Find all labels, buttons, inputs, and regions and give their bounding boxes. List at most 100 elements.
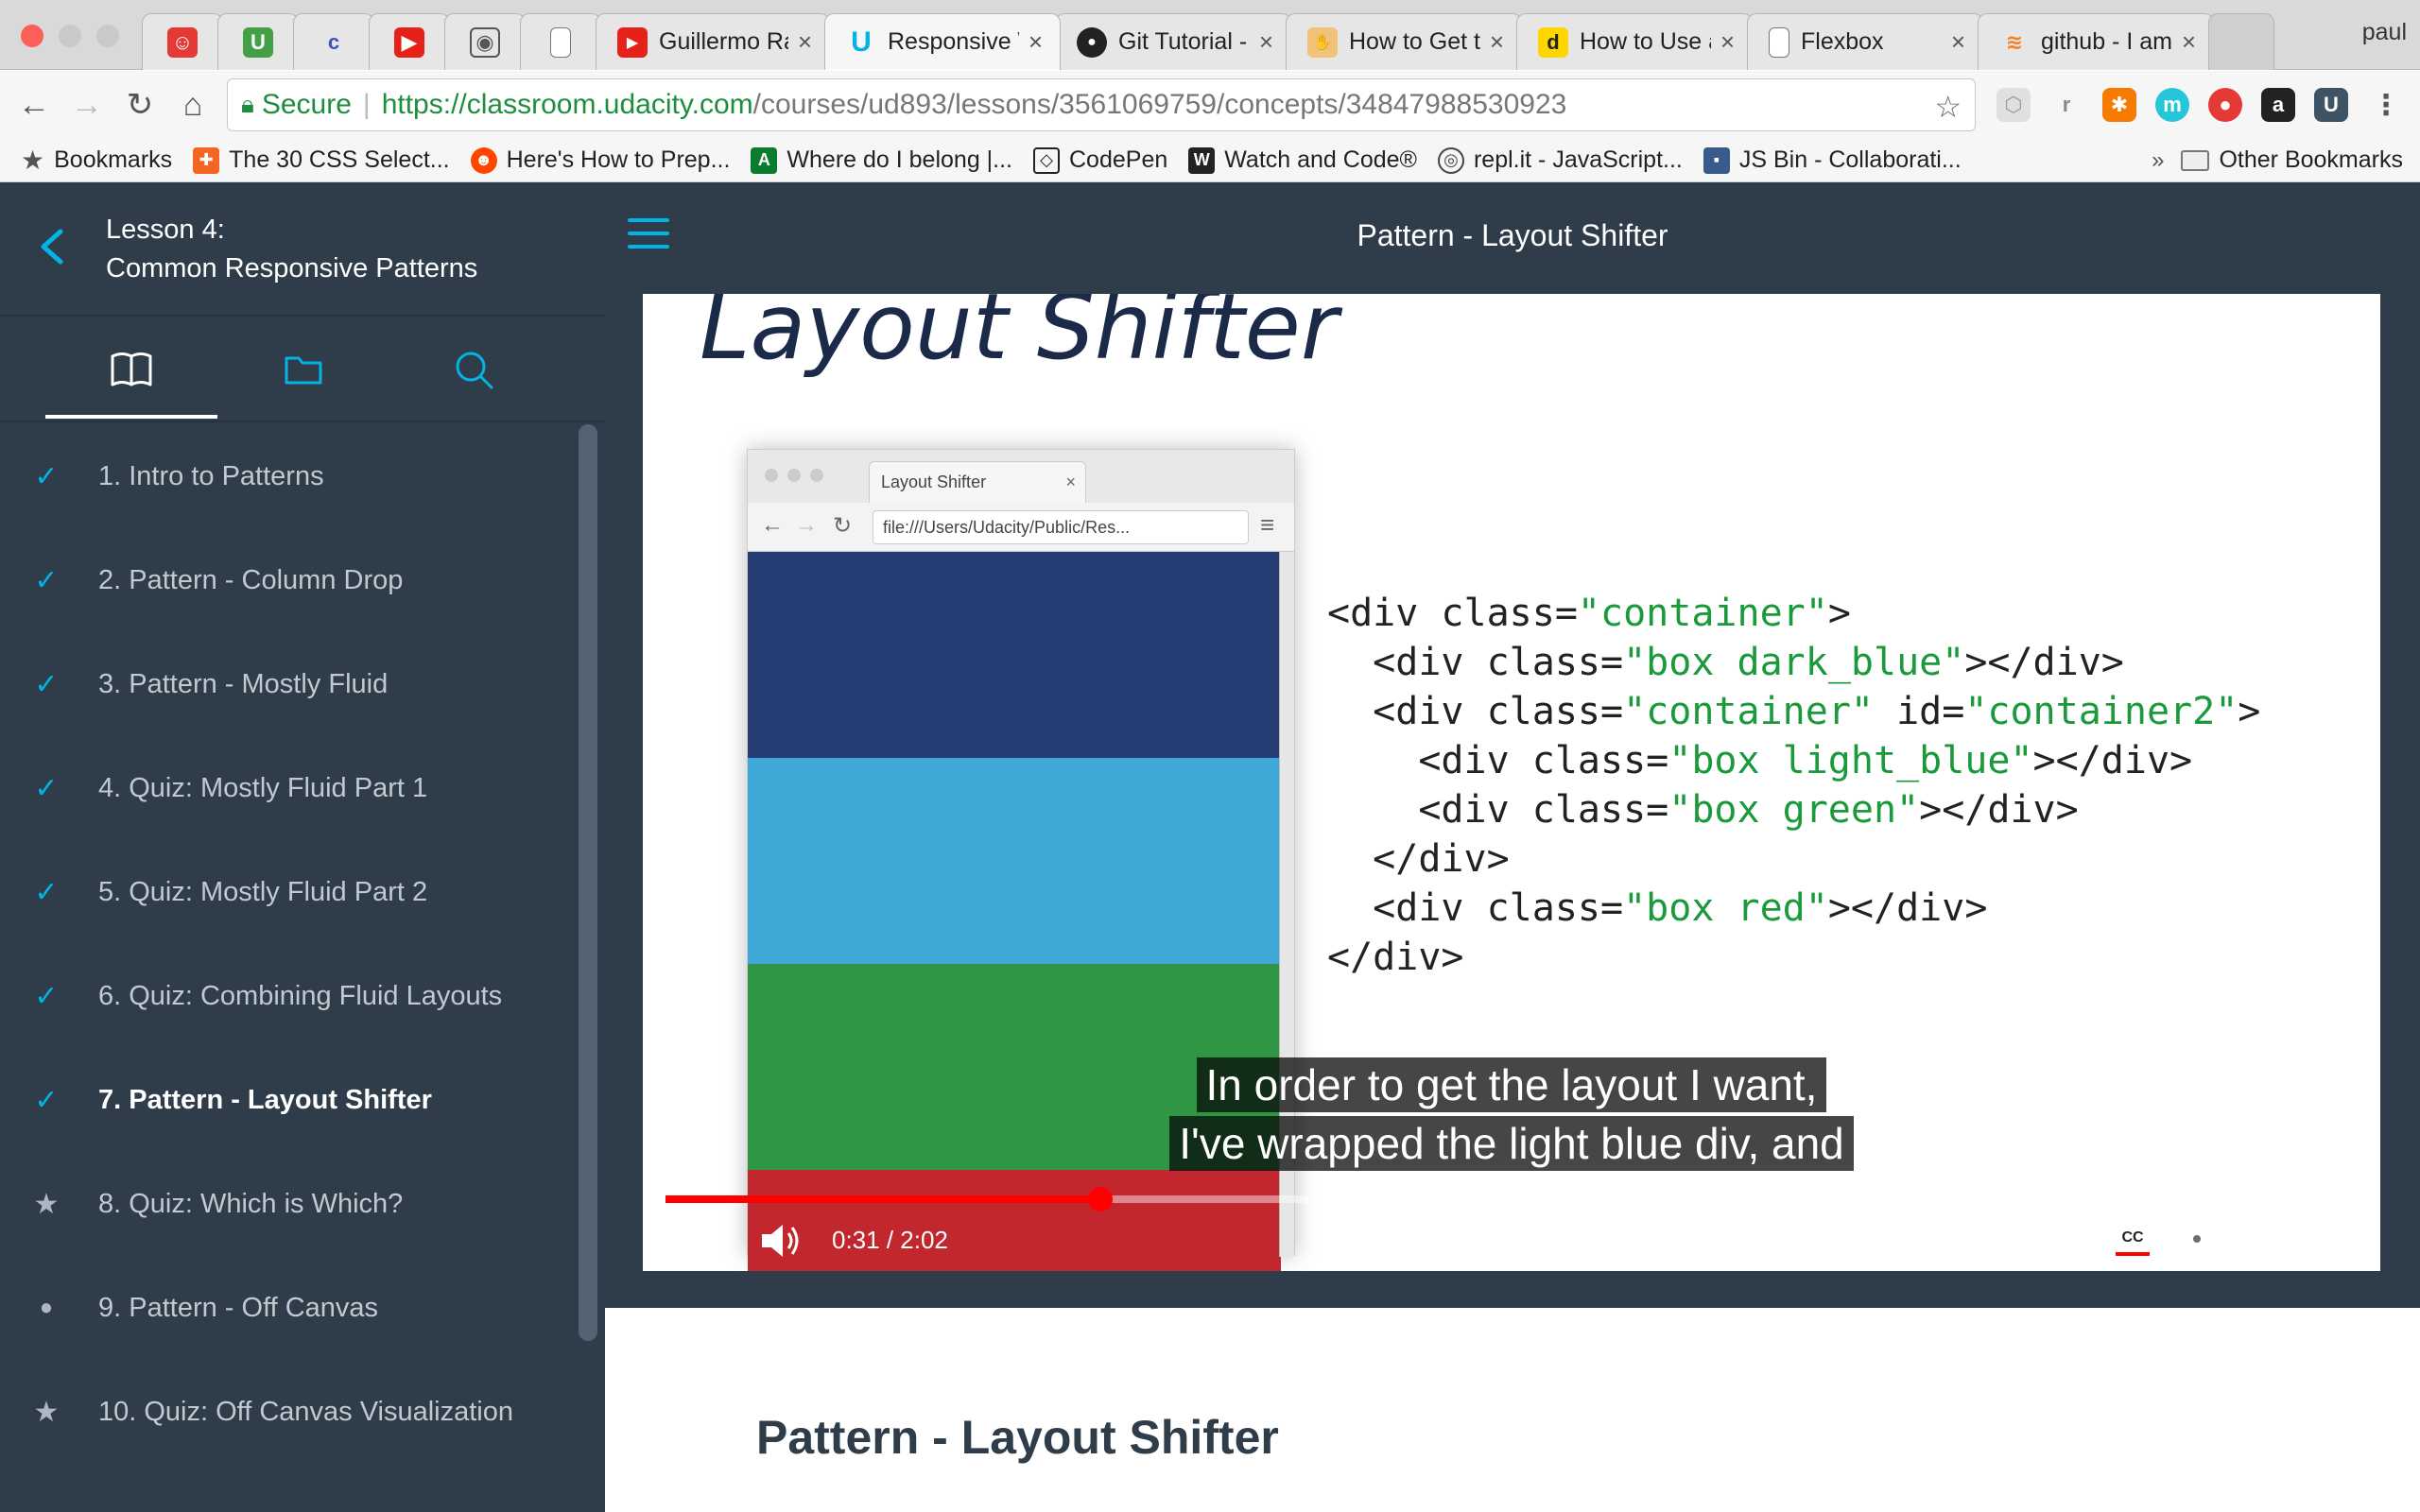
video-scrubber-handle[interactable] bbox=[1088, 1187, 1114, 1211]
tab-c[interactable]: c bbox=[293, 13, 374, 70]
browser-toolbar: ← → ↻ ⌂ 🔒︎ Secure | https://classroom.ud… bbox=[0, 71, 2420, 139]
extension-r-icon[interactable]: r bbox=[2049, 88, 2083, 122]
back-chevron-icon[interactable] bbox=[36, 228, 68, 266]
code-text: </div> bbox=[1327, 936, 1464, 979]
tab-title: How to Use a bbox=[1580, 28, 1711, 55]
close-icon[interactable]: × bbox=[788, 27, 812, 57]
concept-item[interactable]: ✓ 2. Pattern - Column Drop bbox=[0, 528, 577, 632]
concept-item[interactable]: ✓ 4. Quiz: Mostly Fluid Part 1 bbox=[0, 736, 577, 840]
tab-github-stackoverflow[interactable]: ≋ github - I am × bbox=[1978, 13, 2214, 70]
bookmark-item[interactable]: ◎ repl.it - JavaScript... bbox=[1437, 146, 1683, 174]
more-bookmarks-chevron-icon[interactable]: » bbox=[2152, 147, 2164, 174]
concept-label: 1. Intro to Patterns bbox=[98, 460, 324, 491]
tab-title: Git Tutorial - bbox=[1118, 28, 1248, 55]
concept-list: ✓ 1. Intro to Patterns ✓ 2. Pattern - Colu… bbox=[0, 424, 577, 1464]
tab-flexbox[interactable]: Flexbox × bbox=[1747, 13, 1983, 70]
tab-responsive[interactable]: U Responsive \ × bbox=[824, 13, 1061, 70]
bookmark-item[interactable]: W Watch and Code® bbox=[1188, 146, 1417, 174]
hand-icon: ✋ bbox=[1307, 26, 1338, 58]
close-icon[interactable]: × bbox=[1711, 27, 1735, 57]
tab-resources[interactable] bbox=[217, 317, 389, 422]
video-player[interactable]: Layout Shifter Layout Shifter × ← → ↻ fi… bbox=[643, 294, 2380, 1271]
concept-item[interactable]: ★ 8. Quiz: Which is Which? bbox=[0, 1152, 577, 1256]
tab-how-to-get[interactable]: ✋ How to Get t × bbox=[1286, 13, 1522, 70]
concept-item[interactable]: ● 9. Pattern - Off Canvas bbox=[0, 1256, 577, 1360]
code-string: "box light_blue" bbox=[1668, 739, 2033, 782]
close-icon[interactable]: × bbox=[1942, 27, 1965, 57]
extension-cube-icon[interactable]: ⬡ bbox=[1996, 88, 2031, 122]
tab-udemy[interactable]: U bbox=[217, 13, 299, 70]
code-text: ></div> bbox=[1919, 788, 2079, 832]
code-string: "container2" bbox=[1964, 690, 2238, 733]
concept-item[interactable]: ✓ 5. Quiz: Mostly Fluid Part 2 bbox=[0, 840, 577, 944]
tab-document[interactable] bbox=[520, 13, 601, 70]
tab-how-to-use[interactable]: d How to Use a × bbox=[1516, 13, 1753, 70]
extension-m-icon[interactable]: m bbox=[2155, 88, 2189, 122]
tab-git-tutorial[interactable]: ● Git Tutorial - × bbox=[1055, 13, 1291, 70]
bookmark-item[interactable]: ✚ The 30 CSS Select... bbox=[193, 146, 450, 174]
tab-mario[interactable]: ☺ bbox=[142, 13, 223, 70]
concept-label: 5. Quiz: Mostly Fluid Part 2 bbox=[98, 876, 428, 907]
video-progress-bar[interactable] bbox=[666, 1187, 2358, 1211]
settings-gear-icon[interactable] bbox=[2180, 1222, 2214, 1256]
tab-youtube[interactable]: ▶ bbox=[369, 13, 450, 70]
closed-captions-icon[interactable]: CC bbox=[2114, 1222, 2152, 1250]
check-icon: ✓ bbox=[34, 668, 59, 700]
bookmarks-bar: ★ Bookmarks ✚ The 30 CSS Select... ☻ Her… bbox=[0, 139, 2420, 182]
c-icon: c bbox=[327, 29, 340, 54]
bookmark-star-icon[interactable]: ☆ bbox=[1934, 89, 1962, 125]
concept-item[interactable]: ✓ 1. Intro to Patterns bbox=[0, 424, 577, 528]
profile-name[interactable]: paul bbox=[2362, 19, 2407, 46]
extension-hubspot-icon[interactable]: ✱ bbox=[2102, 88, 2136, 122]
close-icon[interactable]: × bbox=[2172, 27, 2196, 57]
folder-icon bbox=[285, 356, 322, 385]
code-icon: A bbox=[751, 146, 778, 174]
back-arrow-icon[interactable]: ← bbox=[13, 84, 55, 126]
lock-icon: 🔒︎ bbox=[241, 90, 254, 118]
address-bar[interactable]: 🔒︎ Secure | https://classroom.udacity.co… bbox=[227, 78, 1976, 131]
menu-kebab-icon[interactable]: ⋮ bbox=[2369, 88, 2403, 122]
minimize-window-button[interactable] bbox=[59, 25, 81, 47]
concept-item[interactable]: ★ 10. Quiz: Off Canvas Visualization bbox=[0, 1360, 577, 1464]
close-icon[interactable]: × bbox=[1480, 27, 1504, 57]
bookmark-item[interactable]: ▪ JS Bin - Collaborati... bbox=[1703, 146, 1962, 174]
forward-arrow-icon[interactable]: → bbox=[66, 84, 108, 126]
bookmarks-menu[interactable]: ★ Bookmarks bbox=[21, 145, 172, 176]
tab-camera[interactable]: ◉ bbox=[444, 13, 526, 70]
youtube-icon: ▶ bbox=[394, 26, 424, 58]
volume-icon[interactable] bbox=[760, 1222, 802, 1260]
other-bookmarks[interactable]: Other Bookmarks bbox=[2181, 146, 2403, 174]
new-tab-button[interactable] bbox=[2208, 13, 2274, 70]
extension-amazon-icon[interactable]: a bbox=[2261, 88, 2295, 122]
caption-line: I've wrapped the light blue div, and bbox=[1169, 1116, 1854, 1171]
close-window-button[interactable] bbox=[21, 25, 43, 47]
udemy-icon: U bbox=[243, 26, 273, 58]
home-icon[interactable]: ⌂ bbox=[172, 84, 214, 126]
tab-search[interactable] bbox=[388, 317, 560, 422]
active-tab-indicator bbox=[45, 415, 217, 419]
camera-icon: ◉ bbox=[470, 26, 500, 58]
sidebar-scrollbar[interactable] bbox=[579, 424, 597, 1341]
reload-icon[interactable]: ↻ bbox=[119, 84, 161, 126]
bookmark-item[interactable]: A Where do I belong |... bbox=[751, 146, 1012, 174]
folder-icon bbox=[2181, 149, 2210, 171]
tab-title: How to Get t bbox=[1349, 28, 1480, 55]
concept-item-active[interactable]: ✓ 7. Pattern - Layout Shifter bbox=[0, 1048, 577, 1152]
concept-item[interactable]: ✓ 3. Pattern - Mostly Fluid bbox=[0, 632, 577, 736]
video-progress-fill bbox=[666, 1195, 1101, 1203]
concept-item[interactable]: ✓ 6. Quiz: Combining Fluid Layouts bbox=[0, 944, 577, 1048]
fullscreen-icon[interactable] bbox=[2310, 1224, 2344, 1256]
close-icon[interactable]: × bbox=[1019, 27, 1043, 57]
maximize-window-button[interactable] bbox=[96, 25, 119, 47]
extension-udacity-icon[interactable]: U bbox=[2314, 88, 2348, 122]
play-icon[interactable] bbox=[694, 1224, 722, 1258]
star-icon: ★ bbox=[21, 146, 45, 175]
bookmark-item[interactable]: ☻ Here's How to Prep... bbox=[470, 146, 730, 174]
concept-title: Pattern - Layout Shifter bbox=[756, 1411, 1279, 1464]
close-icon[interactable]: × bbox=[1250, 27, 1273, 57]
tab-guillermo[interactable]: ▶ Guillermo Ra × bbox=[596, 13, 830, 70]
tab-concepts[interactable] bbox=[45, 317, 217, 422]
svg-text:CC: CC bbox=[2121, 1229, 2144, 1246]
extension-tomato-icon[interactable]: ● bbox=[2208, 88, 2242, 122]
bookmark-item[interactable]: ◇ CodePen bbox=[1033, 146, 1167, 174]
